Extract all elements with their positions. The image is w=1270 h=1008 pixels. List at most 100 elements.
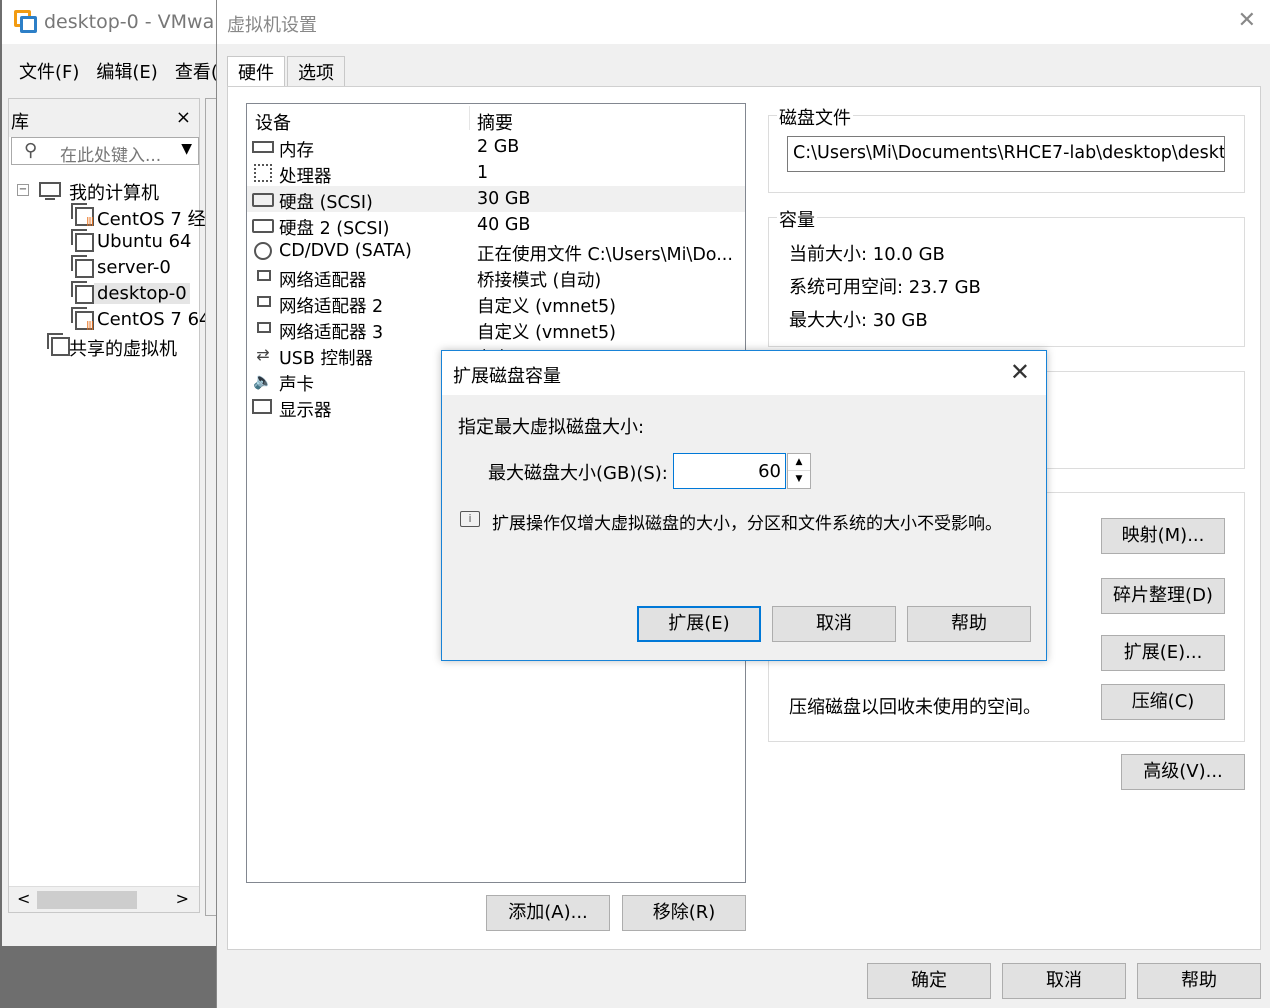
tree-item-vm[interactable]: CentOS 7 经 <box>9 203 206 230</box>
library-panel: 库 × ⚲ 在此处键入... ▼ − 我的计算机 CentOS 7 经 Ubun… <box>8 98 211 913</box>
vmware-logo-icon <box>14 10 38 34</box>
vm-label: Ubuntu 64 <box>97 231 192 252</box>
memory-icon <box>252 141 274 153</box>
device-summary: 桥接模式 (自动) <box>477 271 602 291</box>
main-menu-bar: 文件(F) 编辑(E) 查看( <box>2 52 218 90</box>
menu-file[interactable]: 文件(F) <box>2 52 79 90</box>
device-row-network-adapter-3[interactable]: 网络适配器 3 自定义 (vmnet5) <box>247 316 745 343</box>
help-button[interactable]: 帮助 <box>1137 963 1261 999</box>
settings-title-bar: 虚拟机设置 ✕ <box>217 0 1270 44</box>
vm-label: server-0 <box>97 257 171 278</box>
scroll-right-icon[interactable]: > <box>176 889 189 908</box>
defragment-button[interactable]: 碎片整理(D) <box>1101 578 1225 614</box>
tree-item-vm[interactable]: CentOS 7 64 <box>9 307 211 333</box>
tab-hardware[interactable]: 硬件 <box>227 56 285 88</box>
tree-item-vm[interactable]: server-0 <box>9 255 199 281</box>
vm-label: desktop-0 <box>94 283 190 304</box>
vm-icon <box>71 229 94 252</box>
vm-icon <box>71 255 94 278</box>
search-dropdown-icon[interactable]: ▼ <box>181 141 192 157</box>
column-divider[interactable] <box>469 106 470 130</box>
device-row-memory[interactable]: 内存 2 GB <box>247 134 745 161</box>
device-row-hard-disk-2[interactable]: 硬盘 2 (SCSI) 40 GB <box>247 212 745 239</box>
add-device-button[interactable]: 添加(A)... <box>486 895 610 931</box>
scroll-thumb[interactable] <box>37 891 137 909</box>
device-row-cd-dvd[interactable]: CD/DVD (SATA) 正在使用文件 C:\Users\Mi\Do... <box>247 238 745 265</box>
library-close-icon[interactable]: × <box>176 107 191 128</box>
library-header: 库 × <box>9 99 199 137</box>
device-summary: 自定义 (vmnet5) <box>477 323 616 343</box>
device-name: 硬盘 2 (SCSI) <box>279 219 390 239</box>
collapse-icon[interactable]: − <box>17 184 29 196</box>
tree-item-my-computer[interactable]: − 我的计算机 <box>9 177 199 204</box>
device-name: 显示器 <box>279 401 332 421</box>
device-name: 内存 <box>279 141 314 161</box>
disk-icon <box>252 193 274 207</box>
tree-root-label: 我的计算机 <box>69 183 159 204</box>
vm-running-icon <box>71 307 94 331</box>
menu-view[interactable]: 查看( <box>158 52 218 90</box>
device-row-network-adapter[interactable]: 网络适配器 桥接模式 (自动) <box>247 264 745 291</box>
remove-device-button[interactable]: 移除(R) <box>622 895 746 931</box>
expand-cancel-button[interactable]: 取消 <box>772 606 896 642</box>
expand-disk-button[interactable]: 扩展(E)... <box>1101 635 1225 671</box>
max-size-text: 最大大小: 30 GB <box>789 310 928 331</box>
main-window-title: desktop-0 - VMware <box>44 11 234 33</box>
display-icon <box>252 399 272 414</box>
tree-item-vm[interactable]: Ubuntu 64 <box>9 229 199 255</box>
settings-close-icon[interactable]: ✕ <box>1238 8 1256 33</box>
capacity-group: 容量 当前大小: 10.0 GB 系统可用空间: 23.7 GB 最大大小: 3… <box>768 206 1245 347</box>
compact-disk-button[interactable]: 压缩(C) <box>1101 684 1225 720</box>
device-summary: 1 <box>477 163 489 183</box>
shared-vms-label: 共享的虚拟机 <box>69 339 177 360</box>
capacity-legend: 容量 <box>777 206 817 232</box>
settings-tabs: 硬件 选项 <box>227 56 347 88</box>
menu-edit[interactable]: 编辑(E) <box>79 52 157 90</box>
computer-icon <box>39 182 61 200</box>
expand-dialog-close-icon[interactable]: ✕ <box>1010 358 1030 386</box>
library-search-placeholder: 在此处键入... <box>60 146 162 166</box>
expand-help-button[interactable]: 帮助 <box>907 606 1031 642</box>
scroll-left-icon[interactable]: < <box>17 889 30 908</box>
advanced-button[interactable]: 高级(V)... <box>1121 754 1245 790</box>
library-search-input[interactable]: ⚲ 在此处键入... ▼ <box>11 137 199 166</box>
tree-item-shared-vms[interactable]: 共享的虚拟机 <box>9 333 199 360</box>
expand-dialog-title-bar: 扩展磁盘容量 ✕ <box>442 351 1046 395</box>
device-column-header[interactable]: 设备 <box>255 109 291 135</box>
disk-file-path-field[interactable]: C:\Users\Mi\Documents\RHCE7-lab\desktop\… <box>787 136 1225 172</box>
network-icon <box>257 270 271 281</box>
device-name: 网络适配器 2 <box>279 297 384 317</box>
settings-title: 虚拟机设置 <box>227 15 317 36</box>
map-disk-button[interactable]: 映射(M)... <box>1101 518 1225 554</box>
device-name: CD/DVD (SATA) <box>279 241 412 261</box>
confirm-expand-button[interactable]: 扩展(E) <box>637 606 761 642</box>
device-summary: 2 GB <box>477 137 520 157</box>
max-disk-size-input[interactable] <box>673 453 786 489</box>
library-horizontal-scrollbar[interactable]: < > <box>9 886 199 912</box>
current-size-text: 当前大小: 10.0 GB <box>789 244 945 265</box>
tree-item-vm-selected[interactable]: desktop-0 <box>9 281 199 307</box>
disk-file-legend: 磁盘文件 <box>777 104 853 130</box>
cd-icon <box>254 242 272 260</box>
device-row-network-adapter-2[interactable]: 网络适配器 2 自定义 (vmnet5) <box>247 290 745 317</box>
usb-icon: ⇄ <box>256 345 270 364</box>
vm-label: CentOS 7 64 <box>97 309 211 330</box>
shared-vm-icon <box>47 333 70 356</box>
device-row-hard-disk-selected[interactable]: 硬盘 (SCSI) 30 GB <box>247 186 745 213</box>
disk-file-group: 磁盘文件 C:\Users\Mi\Documents\RHCE7-lab\des… <box>768 104 1245 193</box>
cancel-button[interactable]: 取消 <box>1002 963 1126 999</box>
info-icon: i <box>460 511 480 527</box>
size-spinner: ▲ ▼ <box>787 453 811 489</box>
tab-options[interactable]: 选项 <box>287 56 345 86</box>
summary-column-header[interactable]: 摘要 <box>477 109 513 135</box>
device-name: 硬盘 (SCSI) <box>279 193 373 213</box>
network-icon <box>257 296 271 307</box>
spin-down-icon[interactable]: ▼ <box>788 471 810 488</box>
device-row-processor[interactable]: 处理器 1 <box>247 160 745 187</box>
device-summary: 正在使用文件 C:\Users\Mi\Do... <box>477 245 733 265</box>
spin-up-icon[interactable]: ▲ <box>788 454 810 471</box>
ok-button[interactable]: 确定 <box>867 963 991 999</box>
expand-dialog-title: 扩展磁盘容量 <box>453 366 561 387</box>
search-icon: ⚲ <box>24 140 38 161</box>
available-space-text: 系统可用空间: 23.7 GB <box>789 277 981 298</box>
